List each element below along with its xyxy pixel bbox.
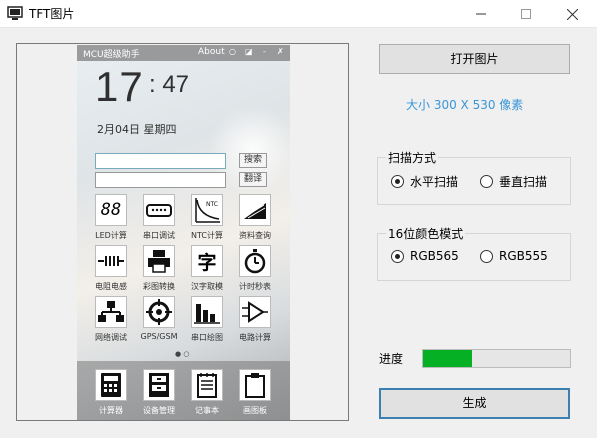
progress-bar: [422, 349, 571, 368]
radio-button-selected[interactable]: [391, 249, 404, 263]
radio-horizontal-scan[interactable]: 水平扫描: [391, 173, 458, 190]
app-serial: 串口调试: [135, 194, 183, 244]
app-network: 网络调试: [87, 296, 135, 346]
progress-fill: [423, 350, 472, 367]
progress-label: 进度: [379, 352, 404, 366]
phone-settings-icon: ○: [229, 47, 236, 56]
color-mode-title: 16位颜色模式: [386, 225, 466, 242]
maximize-button[interactable]: [503, 0, 549, 28]
app-stopwatch: 计时秒表: [231, 245, 279, 295]
generate-button[interactable]: 生成: [379, 388, 570, 419]
dock-device-manager: 设备管理: [135, 369, 183, 419]
gps-target-icon: [143, 296, 175, 328]
image-size-label: 大小 300 X 530 像素: [406, 98, 524, 112]
bar-chart-icon: [191, 296, 223, 328]
app-char-mold: 字 汉字取模: [183, 245, 231, 295]
dock-notepad: 记事本: [183, 369, 231, 419]
phone-translate-input: [95, 172, 226, 188]
image-preview-frame: MCU超级助手 About ○ ◪ - ✗ 17 : 47 2月04日 星期四 …: [16, 43, 349, 421]
clock-hour: 17: [95, 63, 144, 110]
app-circuit: 电路计算: [231, 296, 279, 346]
radio-button[interactable]: [480, 175, 493, 188]
dock-drawing-board: 画图板: [231, 369, 279, 419]
document-lookup-icon: [239, 194, 271, 226]
maximize-icon: [521, 9, 531, 19]
close-button[interactable]: [549, 0, 595, 28]
radio-button-selected[interactable]: [391, 175, 404, 188]
minimize-icon: [476, 13, 486, 15]
app-led: 88 LED计算: [87, 194, 135, 244]
serial-port-icon: [143, 194, 175, 226]
app-plot: 串口绘图: [183, 296, 231, 346]
phone-minimize-icon: -: [263, 47, 266, 56]
phone-close-icon: ✗: [277, 47, 284, 56]
scan-mode-title: 扫描方式: [386, 149, 439, 166]
phone-skin-icon: ◪: [245, 47, 253, 56]
radio-button[interactable]: [480, 249, 493, 263]
ntc-curve-icon: NTC: [191, 194, 223, 226]
minimize-button[interactable]: [458, 0, 504, 28]
app-docs: 资料查询: [231, 194, 279, 244]
cabinet-icon: [143, 369, 175, 401]
phone-about-link: About: [198, 47, 225, 57]
title-bar: TFT图片: [0, 0, 597, 28]
dock-calculator: 计算器: [87, 369, 135, 419]
clock-minute: : 47: [149, 71, 190, 98]
phone-translate-button: 翻译: [239, 172, 267, 187]
network-icon: [95, 296, 127, 328]
phone-dock: 计算器 设备管理 记事本 画图板: [77, 361, 290, 420]
resistor-icon: [95, 245, 127, 277]
app-ntc: NTC NTC计算: [183, 194, 231, 244]
chinese-char-icon: 字: [191, 245, 223, 277]
printer-icon: [143, 245, 175, 277]
led-display-icon: 88: [95, 194, 127, 226]
notepad-icon: [191, 369, 223, 401]
window-title: TFT图片: [29, 7, 75, 21]
app-icon: [7, 6, 23, 20]
radio-rgb565[interactable]: RGB565: [391, 249, 459, 263]
phone-search-button: 搜索: [239, 153, 267, 168]
phone-status-bar: MCU超级助手 About ○ ◪ - ✗: [77, 45, 290, 61]
app-color-convert: 彩图转换: [135, 245, 183, 295]
radio-vertical-scan[interactable]: 垂直扫描: [480, 173, 547, 190]
circuit-icon: [239, 296, 271, 328]
close-icon: [566, 8, 578, 20]
calculator-icon: [95, 369, 127, 401]
page-indicator: ● ○: [175, 350, 190, 358]
date-label: 2月04日 星期四: [97, 123, 177, 136]
app-resistor: 电阻电感: [87, 245, 135, 295]
phone-app-title: MCU超级助手: [83, 50, 140, 60]
app-gps: GPS/GSM: [135, 296, 183, 346]
clipboard-icon: [239, 369, 271, 401]
preview-image: MCU超级助手 About ○ ◪ - ✗ 17 : 47 2月04日 星期四 …: [77, 45, 290, 420]
phone-search-input: [95, 153, 226, 169]
stopwatch-icon: [239, 245, 271, 277]
svg-text:NTC: NTC: [206, 201, 218, 208]
radio-rgb555[interactable]: RGB555: [480, 249, 548, 263]
open-image-button[interactable]: 打开图片: [379, 44, 570, 74]
